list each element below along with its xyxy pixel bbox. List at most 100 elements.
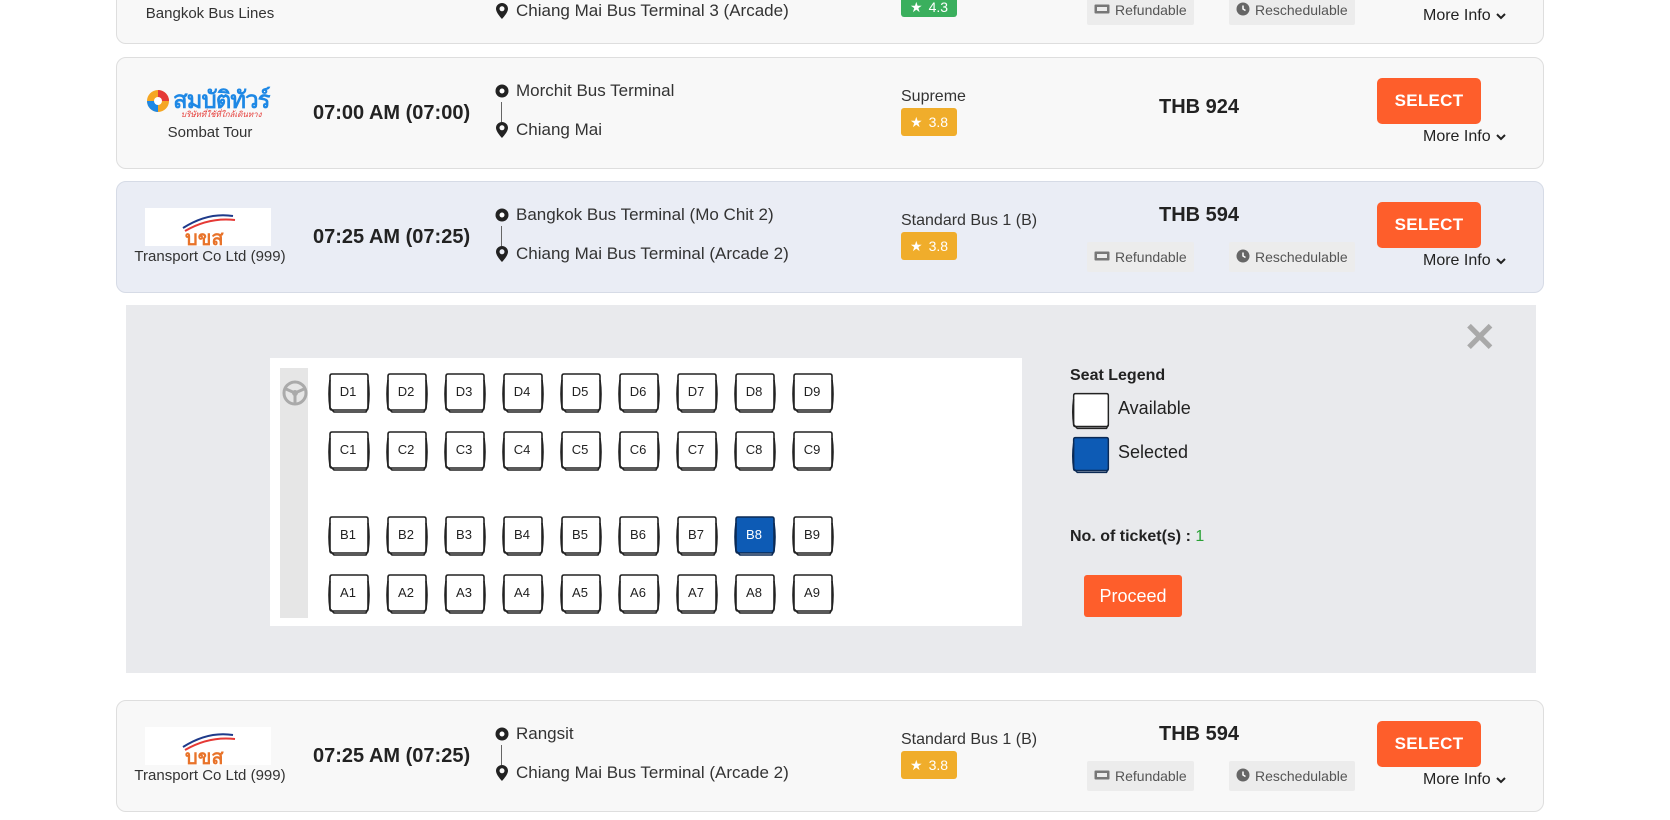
- seat-d2[interactable]: D2: [384, 370, 430, 416]
- selected-seat-legend-icon: [1070, 434, 1112, 481]
- seat-c9[interactable]: C9: [790, 428, 836, 474]
- more-info-label: More Info: [1423, 7, 1491, 24]
- select-button[interactable]: SELECT: [1377, 78, 1481, 124]
- seat-a2[interactable]: A2: [384, 571, 430, 617]
- seat-d4[interactable]: D4: [500, 370, 546, 416]
- chevron-down-icon: [1495, 252, 1506, 270]
- seat-label: B7: [688, 526, 704, 542]
- star-icon: ★: [910, 0, 923, 15]
- seat-b8[interactable]: B8: [732, 513, 778, 559]
- seat-label: C3: [455, 441, 473, 457]
- seat-label: B4: [514, 526, 530, 542]
- bus-type: Standard Bus 1 (B): [901, 212, 1038, 229]
- seat-c2[interactable]: C2: [384, 428, 430, 474]
- seat-a6[interactable]: A6: [616, 571, 662, 617]
- seat-label: A8: [746, 584, 762, 600]
- departure-stop-label: Rangsit: [516, 724, 574, 743]
- more-info-link[interactable]: More Info: [1423, 771, 1506, 789]
- seat-label: D5: [571, 383, 589, 399]
- seat-d5[interactable]: D5: [558, 370, 604, 416]
- seat-a3[interactable]: A3: [442, 571, 488, 617]
- trip-card-transport-co-mochit[interactable]: บขส Transport Co Ltd (999) 07:25 AM (07:…: [116, 181, 1544, 293]
- seat-c6[interactable]: C6: [616, 428, 662, 474]
- seat-b7[interactable]: B7: [674, 513, 720, 559]
- seat-c1[interactable]: C1: [326, 428, 372, 474]
- seat-d8[interactable]: D8: [732, 370, 778, 416]
- trip-card-bangkok-bus-lines[interactable]: Bangkok Bus Lines Chiang Mai Bus Termina…: [116, 0, 1544, 44]
- seat-label: D8: [745, 383, 763, 399]
- seat-d1[interactable]: D1: [326, 370, 372, 416]
- seat-c3[interactable]: C3: [442, 428, 488, 474]
- map-pin-icon: [493, 3, 511, 19]
- price: THB 594: [1158, 723, 1240, 745]
- seat-b2[interactable]: B2: [384, 513, 430, 559]
- seat-d6[interactable]: D6: [616, 370, 662, 416]
- seat-c4[interactable]: C4: [500, 428, 546, 474]
- arrival-stop-label: Chiang Mai Bus Terminal (Arcade 2): [516, 244, 789, 263]
- seat-a4[interactable]: A4: [500, 571, 546, 617]
- selected-legend-label: Selected: [1118, 442, 1189, 462]
- more-info-link[interactable]: More Info: [1423, 7, 1506, 25]
- seat-label: D3: [455, 383, 473, 399]
- seat-b9[interactable]: B9: [790, 513, 836, 559]
- reschedulable-label: Reschedulable: [1255, 249, 1348, 265]
- seat-a1[interactable]: A1: [326, 571, 372, 617]
- ticket-icon: [1094, 768, 1110, 784]
- departure-stop: Morchit Bus Terminal: [493, 81, 674, 101]
- more-info-link[interactable]: More Info: [1423, 252, 1506, 270]
- origin-dot-icon: [493, 84, 511, 98]
- operator-name: Sombat Tour: [167, 124, 253, 141]
- seat-legend-title: Seat Legend: [1070, 367, 1166, 384]
- ticket-count: No. of ticket(s) : 1: [1070, 528, 1204, 546]
- route-line: [501, 226, 502, 246]
- origin-dot-icon: [493, 727, 511, 741]
- route-line: [501, 102, 502, 122]
- seat-a7[interactable]: A7: [674, 571, 720, 617]
- operator-name: Transport Co Ltd (999): [134, 248, 286, 265]
- seat-d3[interactable]: D3: [442, 370, 488, 416]
- proceed-button[interactable]: Proceed: [1084, 575, 1182, 617]
- available-legend-label: Available: [1118, 398, 1191, 418]
- trip-card-sombat-tour[interactable]: สมบัติทัวร์ บริษัทที่ใช้ที่ใกล้เดินทาง S…: [116, 57, 1544, 169]
- price: THB 924: [1158, 96, 1240, 118]
- seat-b1[interactable]: B1: [326, 513, 372, 559]
- select-button[interactable]: SELECT: [1377, 202, 1481, 248]
- trip-card-transport-co-rangsit[interactable]: บขส Transport Co Ltd (999) 07:25 AM (07:…: [116, 700, 1544, 812]
- seat-label: B8: [746, 526, 762, 542]
- seat-label: C6: [629, 441, 647, 457]
- seat-a9[interactable]: A9: [790, 571, 836, 617]
- reschedulable-tag: Reschedulable: [1229, 0, 1355, 25]
- operator-logo: สมบัติทัวร์ บริษัทที่ใช้ที่ใกล้เดินทาง: [145, 82, 271, 120]
- rating-badge: ★ 3.8: [901, 108, 958, 136]
- seat-b6[interactable]: B6: [616, 513, 662, 559]
- seat-label: C2: [397, 441, 415, 457]
- seat-c8[interactable]: C8: [732, 428, 778, 474]
- price: THB 594: [1158, 204, 1240, 226]
- departure-time: 07:25 AM (07:25): [313, 226, 471, 248]
- close-icon[interactable]: ✕: [1463, 318, 1497, 358]
- seat-label: A7: [688, 584, 704, 600]
- chevron-down-icon: [1495, 128, 1506, 146]
- rating-value: 3.8: [928, 757, 949, 773]
- chevron-down-icon: [1495, 771, 1506, 789]
- seat-d7[interactable]: D7: [674, 370, 720, 416]
- seat-label: B2: [398, 526, 414, 542]
- chevron-down-icon: [1495, 7, 1506, 25]
- seat-b3[interactable]: B3: [442, 513, 488, 559]
- seat-a8[interactable]: A8: [732, 571, 778, 617]
- seat-label: D4: [513, 383, 531, 399]
- map-pin-icon: [493, 246, 511, 262]
- more-info-link[interactable]: More Info: [1423, 128, 1506, 146]
- seat-b4[interactable]: B4: [500, 513, 546, 559]
- ticket-icon: [1094, 2, 1110, 18]
- seat-label: A3: [456, 584, 472, 600]
- seat-a5[interactable]: A5: [558, 571, 604, 617]
- rating-value: 4.3: [928, 0, 949, 15]
- seat-d9[interactable]: D9: [790, 370, 836, 416]
- seat-label: B1: [340, 526, 356, 542]
- seat-c7[interactable]: C7: [674, 428, 720, 474]
- seat-c5[interactable]: C5: [558, 428, 604, 474]
- select-button[interactable]: SELECT: [1377, 721, 1481, 767]
- refundable-label: Refundable: [1115, 768, 1187, 784]
- seat-b5[interactable]: B5: [558, 513, 604, 559]
